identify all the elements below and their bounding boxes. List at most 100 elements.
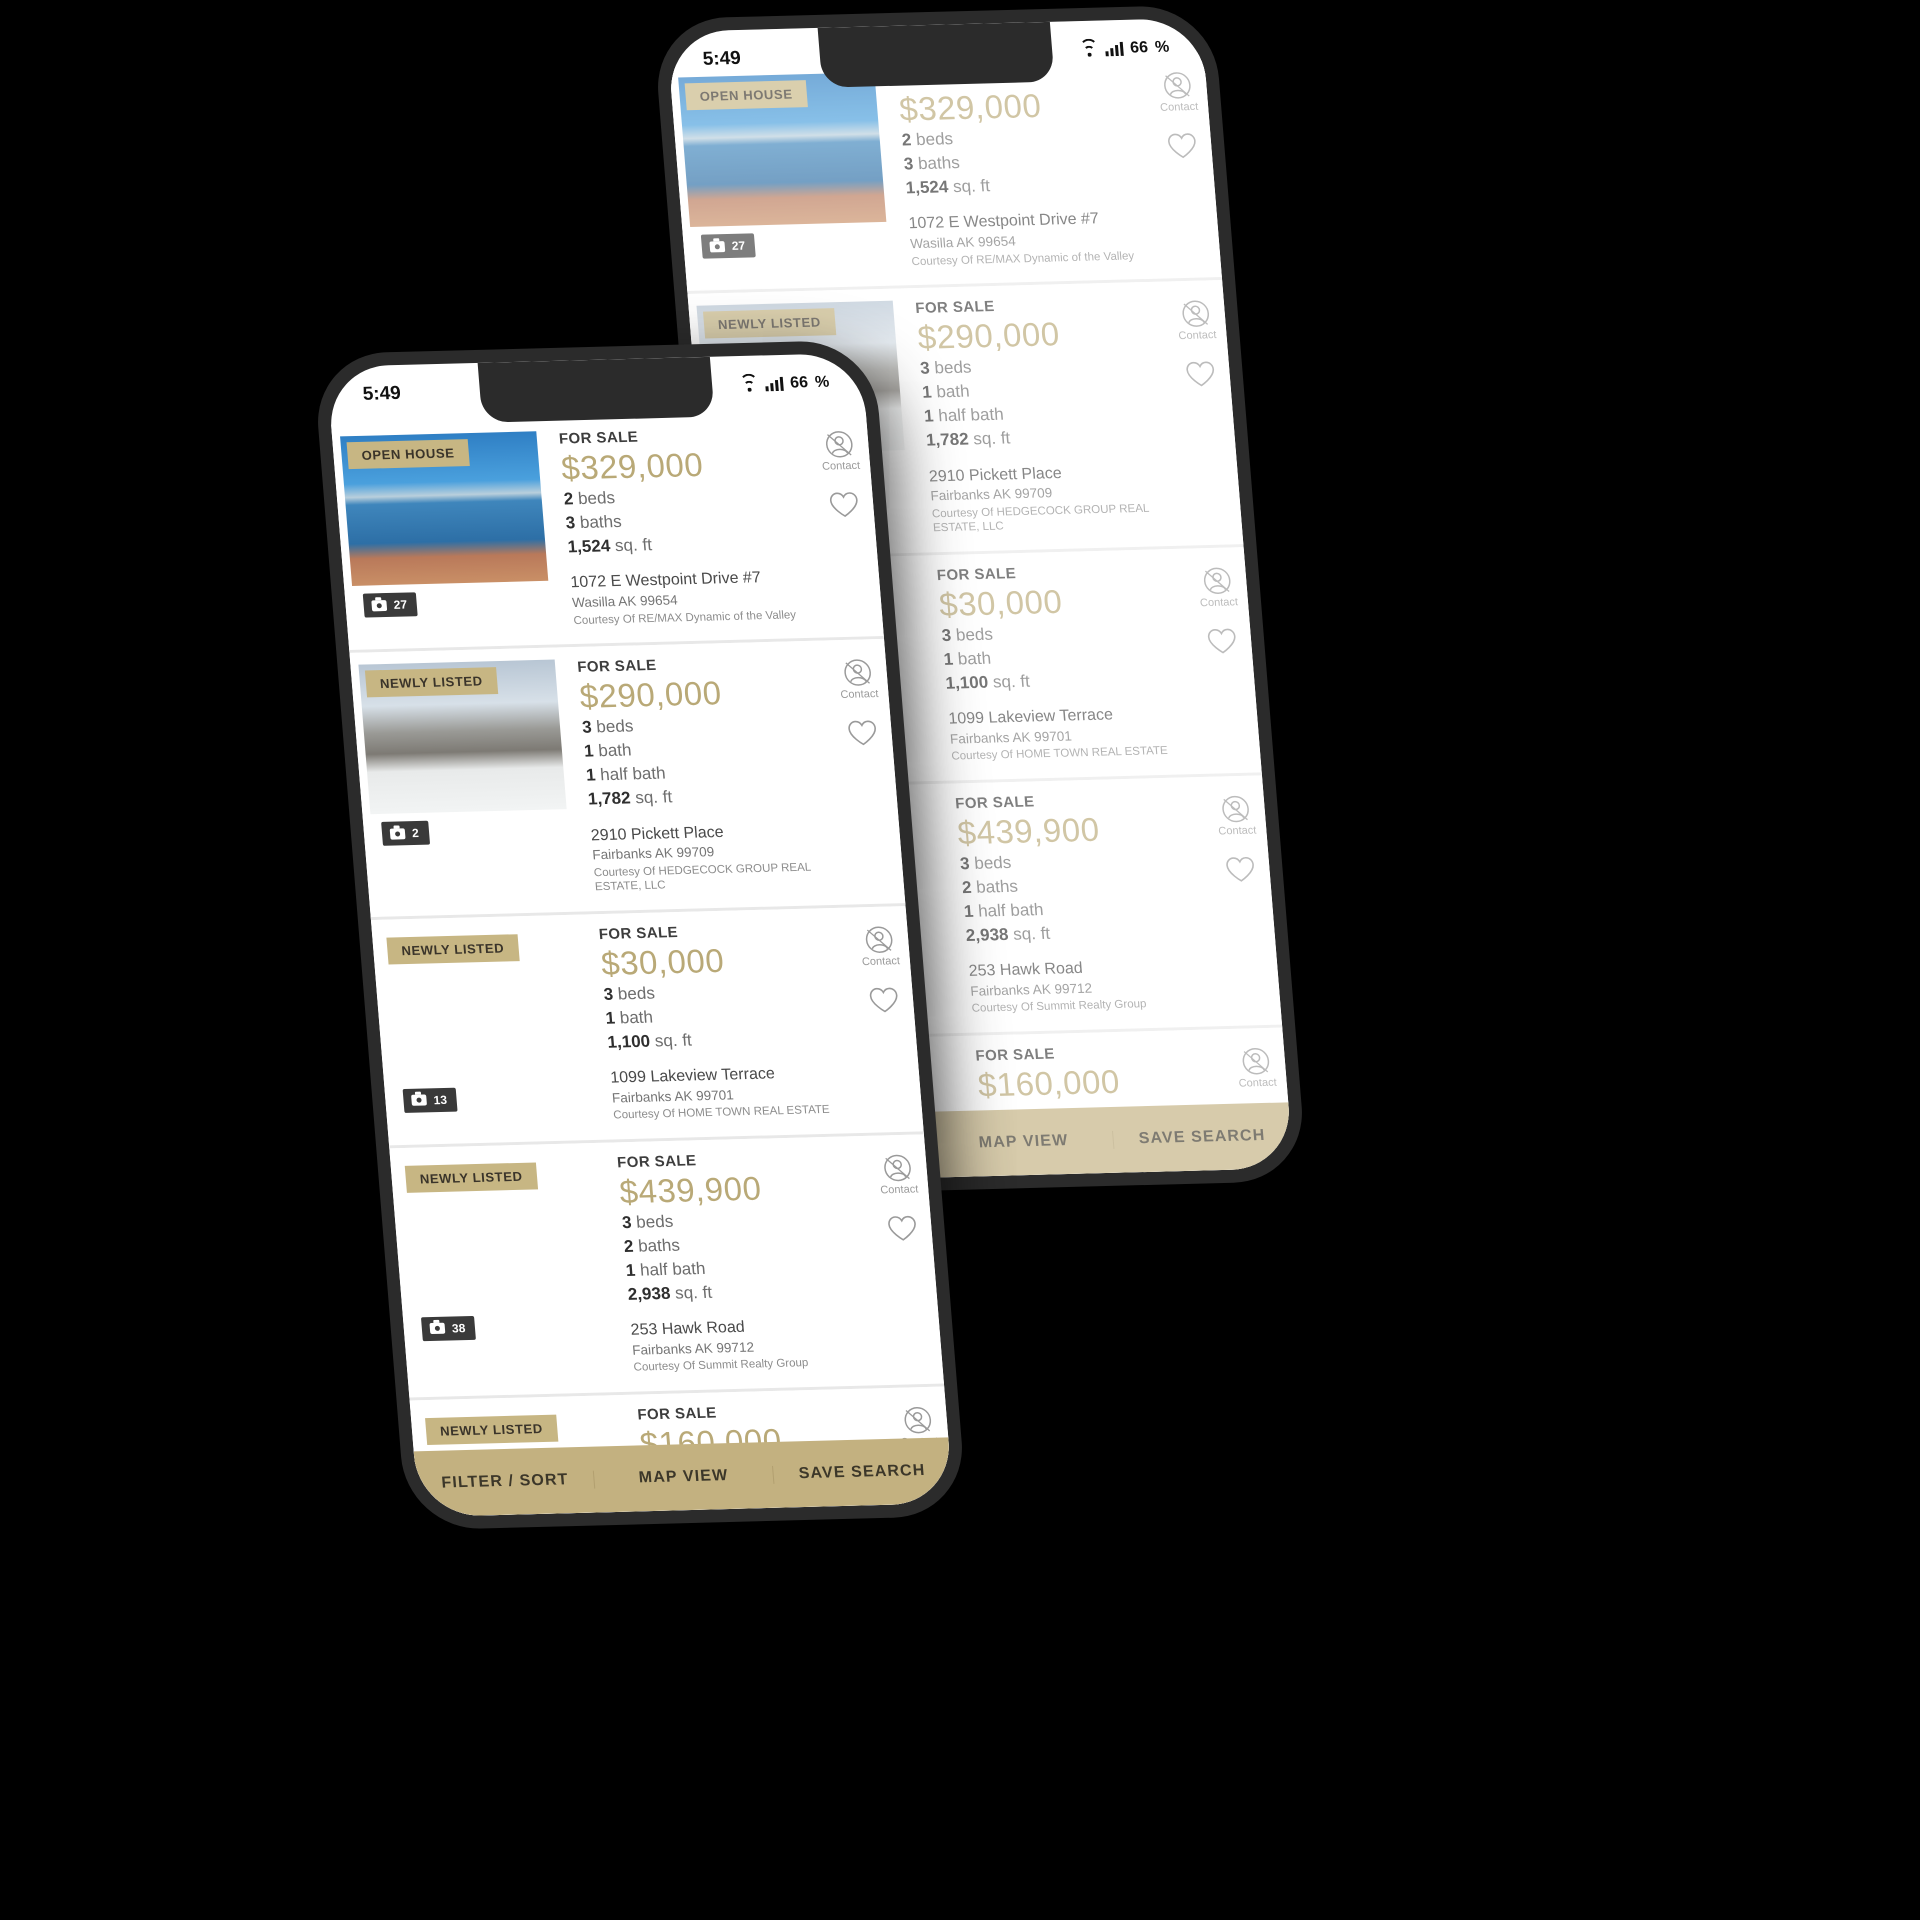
map-view-button[interactable]: MAP VIEW — [933, 1130, 1114, 1154]
spec-value: 2,938 — [965, 924, 1010, 945]
listing-price: $290,000 — [578, 674, 723, 715]
bottom-action-bar-front: FILTER / SORT MAP VIEW SAVE SEARCH — [413, 1437, 954, 1518]
spec-unit: bath — [597, 740, 633, 761]
listing-actions: Contact — [1176, 298, 1222, 394]
spec-value: 3 — [940, 625, 952, 645]
spec-value: 3 — [564, 513, 576, 533]
spec-unit: baths — [975, 876, 1019, 897]
spec-unit: baths — [917, 153, 961, 174]
contact-label: Contact — [1199, 595, 1239, 609]
contact-button[interactable]: Contact — [1176, 298, 1217, 342]
listing-price: $439,900 — [618, 1169, 763, 1210]
contact-button[interactable]: Contact — [859, 924, 900, 968]
contact-button[interactable]: Contact — [1215, 793, 1257, 838]
spec-value: 3 — [621, 1212, 633, 1232]
spec-value: 1,524 — [904, 177, 950, 198]
listing-card[interactable]: NEWLY LISTED 38 FOR SALE$439,9003 beds2 ba… — [389, 1133, 945, 1401]
status-indicators: 66% — [1079, 38, 1170, 59]
contact-label: Contact — [1217, 824, 1257, 838]
spec-value: 2 — [961, 877, 973, 897]
spec-value: 1,100 — [944, 672, 989, 693]
favorite-button[interactable] — [867, 985, 902, 1020]
favorite-button[interactable] — [1165, 131, 1200, 166]
spec-value: 1,524 — [566, 536, 612, 557]
save-search-button[interactable]: SAVE SEARCH — [771, 1461, 952, 1484]
status-badge: FOR SALE — [636, 1404, 718, 1424]
photo-count-badge[interactable]: 27 — [700, 233, 757, 259]
listing-actions: Contact — [877, 1152, 923, 1248]
listing-spec: 1,782 sq. ft — [925, 423, 1171, 453]
favorite-button[interactable] — [1223, 854, 1258, 889]
filter-sort-button[interactable]: FILTER / SORT — [416, 1471, 595, 1494]
photo-count-badge[interactable]: 2 — [381, 820, 430, 846]
screenshot-stage: 5:49 66% OPEN HOUSE27FOR SALE$329,0002 b… — [0, 0, 1920, 1920]
spec-unit: bath — [957, 648, 992, 669]
contact-button[interactable]: Contact — [1236, 1046, 1277, 1089]
listing-address-block: 253 Hawk Road Fairbanks AK 99712 Courtesy … — [968, 956, 1217, 1017]
listing-price: $329,000 — [897, 87, 1043, 128]
listing-list-front[interactable]: OPEN HOUSE 27 FOR SALE $329,000 2 beds 3 bath… — [331, 410, 954, 1518]
status-badge: FOR SALE — [954, 793, 1036, 813]
listing-price: $30,000 — [599, 941, 726, 982]
status-badge: FOR SALE — [616, 1151, 697, 1171]
spec-value: 1 — [921, 382, 933, 402]
spec-unit: half bath — [639, 1258, 707, 1280]
listing-thumbnail-wrap: NEWLY LISTED 38 — [398, 1154, 620, 1381]
contact-button[interactable]: Contact — [1197, 565, 1238, 609]
contact-label: Contact — [839, 688, 879, 702]
map-view-button[interactable]: MAP VIEW — [593, 1465, 774, 1489]
photo-count: 13 — [432, 1092, 448, 1107]
listing-spec: 1,524 sq. ft — [905, 170, 1151, 200]
contact-button[interactable]: Contact — [838, 657, 879, 701]
photo-count-badge[interactable]: 27 — [362, 592, 419, 618]
photo-count-badge[interactable]: 13 — [402, 1087, 458, 1113]
listing-card[interactable]: NEWLY LISTED 13 FOR SALE$30,0003 beds1 bat… — [370, 905, 924, 1148]
listing-courtesy: Courtesy Of HEDGECOCK GROUP REAL ESTATE,… — [931, 502, 1150, 535]
phone-device-front: 5:49 66% OPEN HOUSE 27 FOR SALE $329,000 2 b… — [312, 339, 968, 1531]
favorite-button[interactable] — [827, 490, 862, 525]
status-badge: FOR SALE — [598, 923, 679, 943]
favorite-button[interactable] — [1183, 359, 1218, 394]
spec-unit: sq. ft — [1012, 923, 1051, 944]
listing-spec: 2,938 sq. ft — [627, 1277, 873, 1307]
photo-count: 27 — [731, 238, 746, 253]
spec-unit: beds — [915, 129, 954, 150]
favorite-button[interactable] — [1205, 626, 1240, 661]
spec-unit: bath — [619, 1007, 654, 1028]
spec-unit: beds — [577, 488, 616, 509]
listing-address-block: 253 Hawk Road Fairbanks AK 99712 Courtesy … — [630, 1315, 879, 1376]
listing-address-block: 1072 E Westpoint Drive #7 Wasilla AK 9965… — [570, 567, 819, 628]
status-time: 5:49 — [701, 47, 742, 70]
spec-value: 1,782 — [925, 429, 970, 450]
listing-address-block: 2910 Pickett Place Fairbanks AK 99709 Cour… — [590, 820, 840, 895]
listing-thumbnail-wrap: OPEN HOUSE 27 — [678, 72, 898, 275]
listing-card[interactable]: OPEN HOUSE27FOR SALE$329,0002 beds3 bath… — [669, 51, 1223, 295]
spec-value: 1 — [942, 649, 954, 669]
spec-unit: sq. ft — [992, 671, 1031, 692]
contact-button[interactable]: Contact — [877, 1152, 919, 1196]
spec-value: 3 — [959, 853, 971, 873]
battery-percent: 66 — [1129, 39, 1149, 57]
save-search-button[interactable]: SAVE SEARCH — [1111, 1126, 1292, 1149]
listing-card[interactable]: OPEN HOUSE27FOR SALE$329,0002 beds3 bath… — [331, 410, 885, 653]
spec-unit: sq. ft — [634, 787, 673, 808]
ribbon-newly-listed: NEWLY LISTED — [425, 1414, 558, 1445]
ribbon-newly-listed: NEWLY LISTED — [386, 933, 520, 965]
listing-card[interactable]: NEWLY LISTED2FOR SALE$290,0003 beds1 bat… — [349, 638, 906, 920]
listing-actions: Contact — [838, 657, 884, 753]
contact-button[interactable]: Contact — [819, 429, 861, 473]
spec-unit: beds — [933, 357, 973, 378]
spec-unit: bath — [935, 381, 971, 402]
favorite-button[interactable] — [845, 718, 880, 753]
spec-value: 1,100 — [606, 1031, 651, 1052]
listing-price: $290,000 — [916, 315, 1062, 356]
phone-screen-front: 5:49 66% OPEN HOUSE 27 FOR SALE $329,000 2 b… — [326, 352, 954, 1518]
photo-count: 38 — [451, 1320, 466, 1336]
status-badge: FOR SALE — [914, 298, 996, 318]
photo-count-badge[interactable]: 38 — [420, 1315, 477, 1341]
spec-value: 1 — [585, 765, 597, 785]
spec-value: 3 — [903, 154, 915, 174]
signal-bars-icon — [765, 376, 784, 392]
spec-unit: baths — [579, 512, 623, 533]
favorite-button[interactable] — [885, 1213, 920, 1248]
